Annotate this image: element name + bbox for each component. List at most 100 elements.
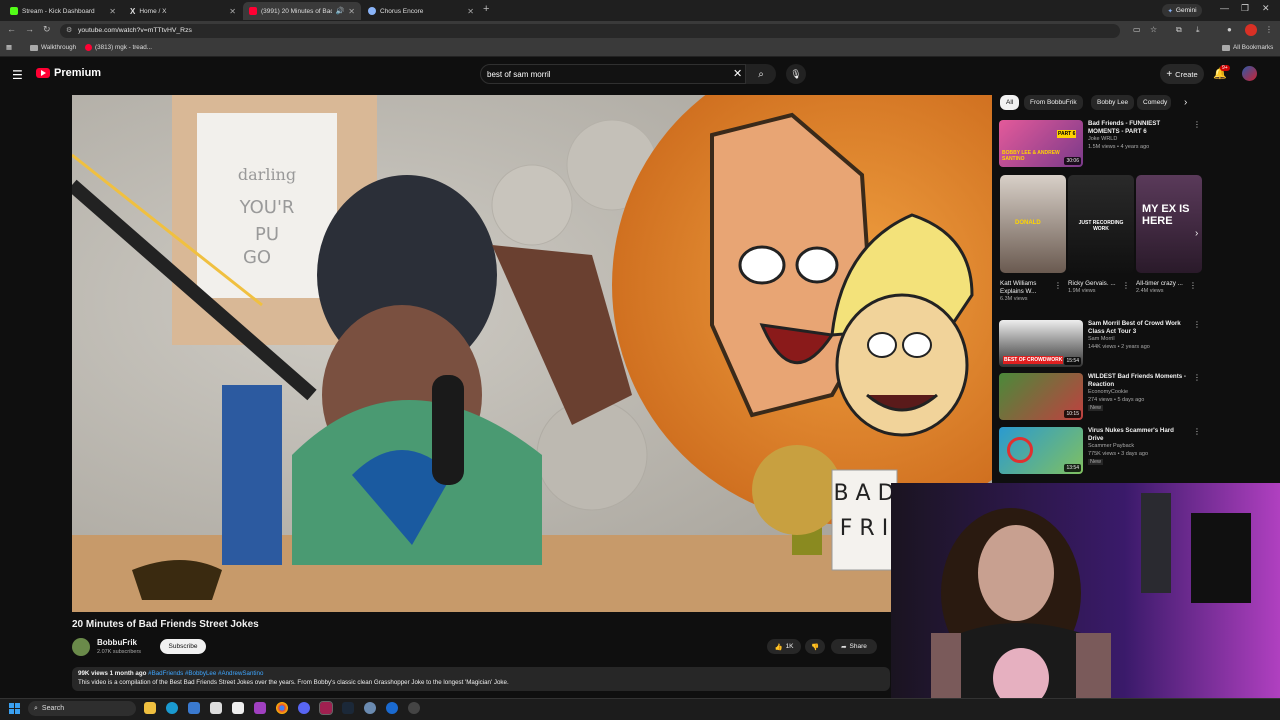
video-thumbnail[interactable]: 13:54 — [999, 427, 1083, 474]
more-options-icon[interactable]: ⋮ — [1054, 281, 1062, 290]
apps-icon[interactable]: ▦ — [6, 44, 12, 51]
download-icon[interactable]: ⤓ — [1196, 25, 1200, 35]
short-thumbnail[interactable]: DONALD — [1000, 175, 1066, 273]
video-thumbnail[interactable]: 10:15 — [999, 373, 1083, 420]
subscribe-button[interactable]: Subscribe — [160, 639, 206, 654]
channel-avatar[interactable] — [72, 638, 90, 656]
more-options-icon[interactable]: ⋮ — [1193, 373, 1201, 420]
search-button[interactable]: ⌕ — [746, 64, 776, 84]
recommendation-channel[interactable]: Joke WRLD — [1088, 136, 1188, 144]
profile-icon[interactable]: ● — [1227, 25, 1232, 34]
back-button[interactable]: ← — [7, 24, 16, 34]
short-thumbnail[interactable]: MY EX IS HERE — [1136, 175, 1202, 273]
close-icon[interactable]: ✕ — [109, 7, 116, 16]
recommendation-channel[interactable]: EconomyCookie — [1088, 389, 1188, 397]
windows-start-icon[interactable] — [9, 703, 20, 714]
short-title[interactable]: Katt Williams Explains W... — [1000, 280, 1060, 296]
like-button[interactable]: 👍 1K — [767, 639, 801, 654]
tab-youtube-video[interactable]: (3991) 20 Minutes of Bad F 🔊 ✕ — [243, 2, 361, 20]
address-bar[interactable]: ⚙ youtube.com/watch?v=mTTtvHV_Rzs — [60, 24, 1120, 38]
chip-comedy[interactable]: Comedy — [1137, 95, 1171, 110]
tab-kick-dashboard[interactable]: Stream - Kick Dashboard ✕ — [4, 2, 122, 20]
app-icon[interactable] — [254, 702, 266, 714]
reload-button[interactable]: ↻ — [43, 24, 51, 35]
close-icon[interactable]: ✕ — [348, 7, 355, 16]
settings-icon[interactable] — [364, 702, 376, 714]
recommendation-channel[interactable]: Scammer Payback — [1088, 443, 1188, 451]
more-options-icon[interactable]: ⋮ — [1193, 427, 1201, 474]
discord-icon[interactable] — [298, 702, 310, 714]
window-close-button[interactable]: ✕ — [1262, 3, 1270, 14]
short-info[interactable]: Katt Williams Explains W... 6.3M views — [1000, 280, 1060, 304]
clear-search-icon[interactable]: ✕ — [733, 67, 742, 80]
recommendation-item[interactable]: BEST OF CROWDWORK 15:54 Sam Morril Best … — [999, 320, 1201, 367]
chevron-right-icon[interactable]: › — [1195, 228, 1198, 239]
maximize-button[interactable]: ❐ — [1241, 3, 1249, 14]
recommendation-title[interactable]: Bad Friends - FUNNIEST MOMENTS - PART 6 — [1088, 120, 1188, 136]
close-icon[interactable]: ✕ — [229, 7, 236, 16]
store-icon[interactable] — [188, 702, 200, 714]
speaker-icon[interactable]: 🔊 — [336, 7, 345, 15]
chip-all[interactable]: All — [1000, 95, 1020, 110]
video-player[interactable]: darling YOU'R PU GO B A D F R I — [72, 95, 992, 612]
forward-button[interactable]: → — [25, 24, 34, 34]
document-icon[interactable] — [210, 702, 222, 714]
short-title[interactable]: Ricky Gervais. ... — [1068, 280, 1128, 288]
create-button[interactable]: + Create — [1160, 64, 1204, 84]
app-icon[interactable] — [386, 702, 398, 714]
bookmark-walkthrough[interactable]: Walkthrough — [30, 44, 76, 51]
hashtags[interactable]: #BadFriends #BobbyLee #AndrewSantino — [148, 670, 263, 677]
chip-bobby-lee[interactable]: Bobby Lee — [1091, 95, 1135, 110]
chevron-right-icon[interactable]: › — [1184, 97, 1187, 108]
new-tab-button[interactable]: + — [483, 3, 489, 15]
video-thumbnail[interactable]: PART 6 BOBBY LEE & ANDREW SANTINO 30:06 — [999, 120, 1083, 167]
recommendation-title[interactable]: Virus Nukes Scammer's Hard Drive — [1088, 427, 1188, 443]
extensions-icon[interactable]: ⧉ — [1176, 25, 1182, 35]
file-explorer-icon[interactable] — [144, 702, 156, 714]
taskbar-search[interactable]: ⌕ Search — [28, 701, 136, 716]
gemini-button[interactable]: ✦ Gemini — [1162, 4, 1202, 17]
bookmark-star-icon[interactable]: ☆ — [1150, 25, 1157, 34]
steam-icon[interactable] — [342, 702, 354, 714]
minimize-button[interactable]: — — [1220, 3, 1229, 13]
recommendation-title[interactable]: WILDEST Bad Friends Moments - Reaction — [1088, 373, 1188, 389]
notepad-icon[interactable] — [232, 702, 244, 714]
chrome-icon[interactable] — [276, 702, 288, 714]
dislike-button[interactable]: 👎 — [805, 639, 825, 654]
search-input[interactable]: best of sam morril — [480, 64, 746, 84]
more-options-icon[interactable]: ⋮ — [1122, 281, 1130, 290]
short-info[interactable]: All-timer crazy ... 2.4M views — [1136, 280, 1196, 296]
voice-search-button[interactable]: 🎙 — [786, 64, 806, 84]
recommendation-item[interactable]: 10:15 WILDEST Bad Friends Moments - Reac… — [999, 373, 1201, 420]
close-icon[interactable]: ✕ — [467, 7, 474, 16]
short-thumbnail[interactable]: JUST RECORDING WORK — [1068, 175, 1134, 273]
site-info-icon[interactable]: ⚙ — [66, 26, 72, 34]
channel-name[interactable]: BobbuFrik — [97, 638, 137, 647]
cast-icon[interactable]: ▭ — [1133, 25, 1141, 34]
browser-menu-icon[interactable]: ⋮ — [1265, 25, 1273, 34]
bookmark-mgk[interactable]: (3813) mgk - tread... — [85, 44, 152, 51]
hamburger-menu-icon[interactable]: ☰ — [12, 68, 23, 82]
short-title[interactable]: All-timer crazy ... — [1136, 280, 1196, 288]
all-bookmarks[interactable]: All Bookmarks — [1222, 44, 1273, 51]
app-icon[interactable] — [408, 702, 420, 714]
tab-chorus-encore[interactable]: Chorus Encore ✕ — [362, 2, 480, 20]
video-thumbnail[interactable]: BEST OF CROWDWORK 15:54 — [999, 320, 1083, 367]
channel-avatar[interactable] — [1242, 66, 1257, 81]
chip-from-channel[interactable]: From BobbuFrik — [1024, 95, 1083, 110]
short-info[interactable]: Ricky Gervais. ... 1.9M views — [1068, 280, 1128, 296]
account-avatar[interactable] — [1245, 24, 1257, 36]
recommendation-item[interactable]: PART 6 BOBBY LEE & ANDREW SANTINO 30:06 … — [999, 120, 1201, 167]
tab-home-x[interactable]: X Home / X ✕ — [124, 2, 242, 20]
more-options-icon[interactable]: ⋮ — [1193, 120, 1201, 167]
recommendation-title[interactable]: Sam Morril Best of Crowd Work Class Act … — [1088, 320, 1188, 336]
recommendation-item[interactable]: 13:54 Virus Nukes Scammer's Hard Drive S… — [999, 427, 1201, 474]
more-options-icon[interactable]: ⋮ — [1193, 320, 1201, 367]
edge-icon[interactable] — [166, 702, 178, 714]
obs-icon[interactable] — [319, 701, 333, 715]
recommendation-channel[interactable]: Sam Morril — [1088, 336, 1188, 344]
more-options-icon[interactable]: ⋮ — [1189, 281, 1197, 290]
description-box[interactable]: 99K views 1 month ago #BadFriends #Bobby… — [72, 667, 890, 691]
youtube-premium-logo[interactable]: Premium — [36, 67, 101, 79]
share-button[interactable]: ➦ Share — [831, 639, 877, 654]
